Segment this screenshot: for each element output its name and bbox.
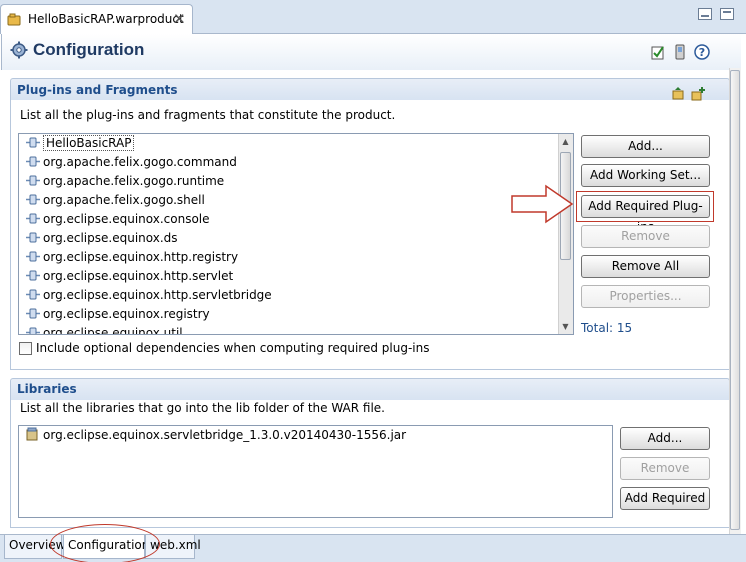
remove-button[interactable]: Remove — [581, 225, 710, 248]
library-add-button[interactable]: Add... — [620, 427, 710, 450]
list-item[interactable]: org.eclipse.equinox.registry — [19, 305, 573, 324]
list-item[interactable]: org.apache.felix.gogo.shell — [19, 191, 573, 210]
validate-icon[interactable] — [650, 44, 666, 60]
list-item[interactable]: org.eclipse.equinox.util — [19, 324, 573, 334]
annotation-highlight — [576, 191, 714, 222]
add-working-set-button[interactable]: Add Working Set... — [581, 164, 710, 187]
plugins-section-title: Plug-ins and Fragments — [17, 83, 178, 97]
svg-text:?: ? — [699, 46, 705, 59]
annotation-arrow-icon — [511, 184, 574, 224]
editor-tab-title: HelloBasicRAP.warproduct — [28, 12, 184, 26]
plugin-icon — [26, 194, 40, 205]
list-item[interactable]: org.eclipse.equinox.console — [19, 210, 573, 229]
scroll-down-icon[interactable]: ▼ — [558, 319, 573, 334]
close-icon[interactable]: ✕ — [173, 10, 186, 28]
list-item[interactable]: org.eclipse.equinox.servletbridge_1.3.0.… — [19, 426, 612, 445]
library-remove-button[interactable]: Remove — [620, 457, 710, 480]
add-plugin-icon[interactable] — [690, 86, 706, 102]
jar-icon — [26, 427, 38, 441]
libraries-section-description: List all the libraries that go into the … — [20, 401, 385, 415]
remove-all-button[interactable]: Remove All — [581, 255, 710, 278]
libraries-section-title: Libraries — [17, 382, 77, 396]
plugin-icon — [26, 137, 40, 148]
optional-dependencies-checkbox[interactable] — [19, 342, 32, 355]
plugin-list[interactable]: HelloBasicRAP org.apache.felix.gogo.comm… — [18, 133, 574, 335]
list-item[interactable]: org.apache.felix.gogo.runtime — [19, 172, 573, 191]
list-item[interactable]: org.eclipse.equinox.http.servlet — [19, 267, 573, 286]
header-toolbar: ? — [650, 44, 716, 60]
plugin-icon — [26, 308, 40, 319]
export-icon[interactable] — [672, 44, 688, 60]
plugin-icon — [26, 232, 40, 243]
plugin-icon — [26, 213, 40, 224]
list-item[interactable]: org.eclipse.equinox.http.servletbridge — [19, 286, 573, 305]
properties-button[interactable]: Properties... — [581, 285, 710, 308]
minimize-icon[interactable] — [698, 8, 712, 20]
list-item[interactable]: org.eclipse.equinox.http.registry — [19, 248, 573, 267]
plugins-section-description: List all the plug-ins and fragments that… — [20, 108, 396, 122]
plugins-section-toolbar — [670, 86, 710, 105]
list-item[interactable]: org.eclipse.equinox.ds — [19, 229, 573, 248]
list-item[interactable]: org.apache.felix.gogo.command — [19, 153, 573, 172]
scroll-up-icon[interactable]: ▲ — [558, 134, 573, 149]
product-file-icon — [7, 13, 21, 26]
list-item[interactable]: HelloBasicRAP — [19, 134, 573, 153]
editor-tab[interactable]: HelloBasicRAP.warproduct ✕ — [0, 4, 193, 34]
plugin-icon — [26, 270, 40, 281]
total-count: Total: 15 — [581, 321, 633, 335]
gear-icon — [10, 41, 28, 59]
plugin-icon — [26, 327, 40, 334]
help-icon[interactable]: ? — [694, 44, 710, 60]
add-button[interactable]: Add... — [581, 135, 710, 158]
window-controls — [690, 8, 734, 23]
maximize-icon[interactable] — [720, 8, 734, 20]
library-list[interactable]: org.eclipse.equinox.servletbridge_1.3.0.… — [18, 425, 613, 518]
libraries-section-header — [10, 378, 730, 402]
optional-dependencies-label: Include optional dependencies when compu… — [36, 341, 430, 355]
expand-all-icon[interactable] — [670, 86, 686, 102]
plugin-icon — [26, 156, 40, 167]
plugin-icon — [26, 289, 40, 300]
library-add-required-button[interactable]: Add Required — [620, 487, 710, 510]
plugin-icon — [26, 251, 40, 262]
plugin-icon — [26, 175, 40, 186]
editor-scroll-thumb[interactable] — [730, 70, 740, 530]
annotation-ellipse — [50, 524, 160, 562]
page-title: Configuration — [33, 40, 145, 59]
